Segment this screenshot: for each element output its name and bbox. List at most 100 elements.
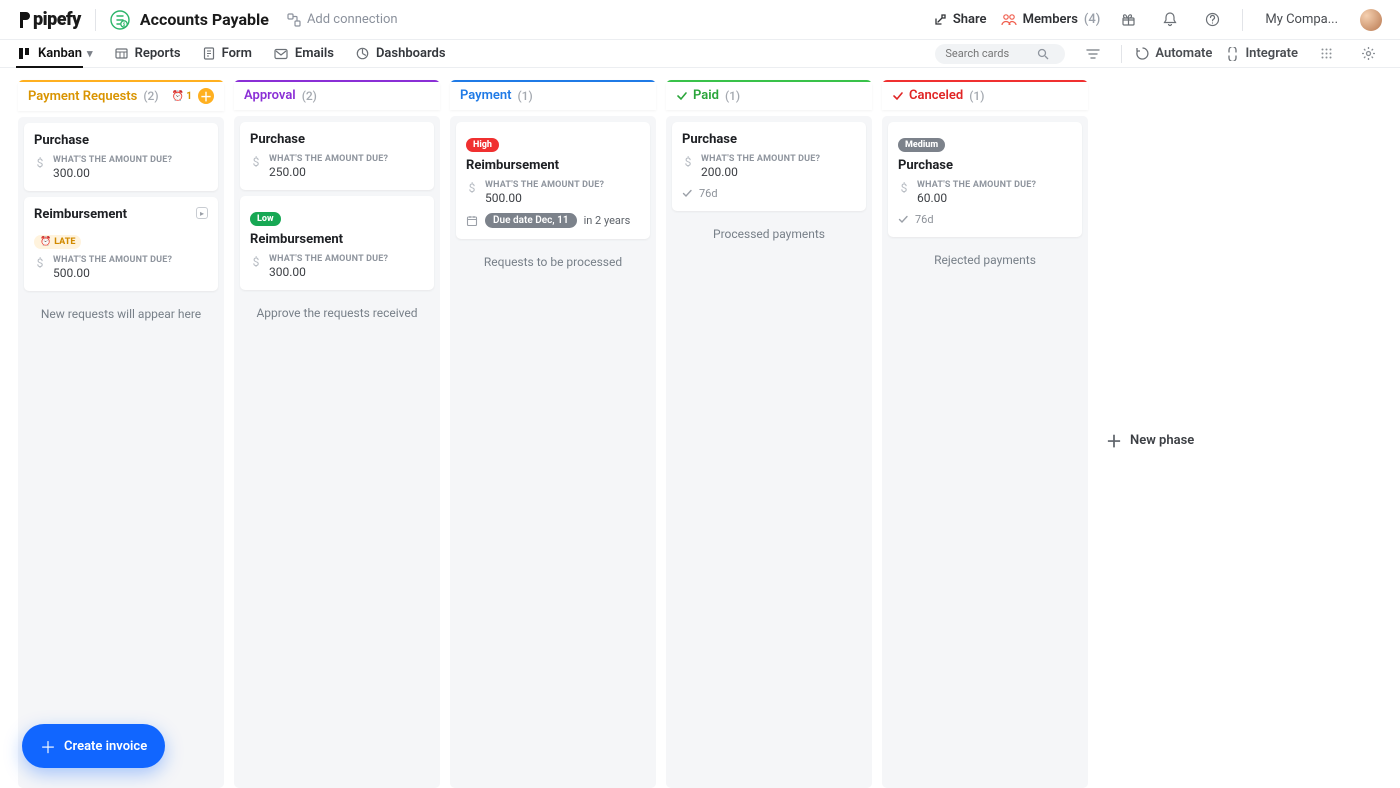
tab-reports[interactable]: Reports — [115, 40, 181, 67]
due-date-pill: Due date Dec, 11 — [485, 213, 577, 228]
field-value: 300.00 — [269, 265, 388, 279]
card[interactable]: Purchase $ WHAT'S THE AMOUNT DUE? 250.00 — [240, 122, 434, 190]
card[interactable]: Low Reimbursement $ WHAT'S THE AMOUNT DU… — [240, 196, 434, 290]
integrate-button[interactable]: Integrate — [1226, 46, 1298, 61]
fab-label: Create invoice — [64, 739, 147, 754]
column-count: (2) — [302, 89, 317, 103]
members-count: (4) — [1084, 12, 1100, 27]
time-in-phase: 76d — [898, 213, 1072, 226]
integrate-label: Integrate — [1245, 46, 1298, 61]
column-body: Purchase $ WHAT'S THE AMOUNT DUE? 200.00… — [666, 116, 872, 788]
field-value: 60.00 — [917, 191, 1036, 205]
tab-label: Emails — [295, 46, 334, 61]
help-icon[interactable] — [1198, 6, 1226, 34]
add-connection-button[interactable]: Add connection — [287, 12, 398, 27]
card-title: Reimbursement — [34, 207, 208, 222]
plus-icon: ＋ — [40, 734, 56, 758]
automate-button[interactable]: Automate — [1136, 46, 1212, 61]
column-header[interactable]: Paid (1) — [666, 80, 872, 110]
apps-icon[interactable] — [1312, 40, 1340, 68]
search-input[interactable] — [935, 44, 1065, 64]
column-body: Purchase $ WHAT'S THE AMOUNT DUE? 300.00… — [18, 117, 224, 788]
bell-icon[interactable] — [1156, 6, 1184, 34]
column-header[interactable]: Payment (1) — [450, 80, 656, 110]
column-body: Medium Purchase $ WHAT'S THE AMOUNT DUE?… — [882, 116, 1088, 788]
column-header[interactable]: Payment Requests (2) ⏰1 ＋ — [18, 80, 224, 111]
chevron-down-icon: ▾ — [87, 47, 93, 60]
tab-kanban[interactable]: Kanban ▾ — [18, 40, 93, 67]
currency-icon: $ — [34, 156, 46, 170]
check-icon — [892, 90, 904, 102]
automate-icon — [1136, 47, 1149, 61]
time-value: 76d — [699, 187, 718, 200]
logo-icon — [18, 12, 32, 28]
field-value: 300.00 — [53, 166, 172, 180]
column-footer: Requests to be processed — [456, 245, 650, 273]
svg-text:$: $ — [123, 21, 126, 28]
currency-icon: $ — [250, 255, 262, 269]
plus-icon: ＋ — [1106, 428, 1122, 452]
create-invoice-button[interactable]: ＋ Create invoice — [22, 724, 165, 768]
pipe-icon: $ — [110, 10, 130, 30]
dashboards-icon — [356, 47, 369, 60]
search-field[interactable] — [945, 47, 1037, 60]
column-header[interactable]: Canceled (1) — [882, 80, 1088, 110]
share-label: Share — [953, 12, 987, 27]
tab-form[interactable]: Form — [203, 40, 252, 67]
currency-icon: $ — [466, 181, 478, 195]
time-value: 76d — [915, 213, 934, 226]
new-phase-button[interactable]: ＋ New phase — [1098, 80, 1218, 788]
card-title: Reimbursement — [466, 158, 640, 173]
divider — [95, 9, 96, 31]
gift-icon[interactable] — [1114, 6, 1142, 34]
avatar[interactable] — [1360, 9, 1382, 31]
header-right: Share Members (4) My Compa... — [933, 6, 1382, 34]
column-approval: Approval (2) Purchase $ WHAT'S THE AMOUN… — [234, 80, 440, 788]
late-label: LATE — [54, 237, 75, 247]
pipe-title[interactable]: Accounts Payable — [140, 10, 269, 29]
currency-icon: $ — [898, 181, 910, 195]
field-value: 500.00 — [485, 191, 604, 205]
column-footer: New requests will appear here — [24, 297, 218, 325]
column-title: Paid — [693, 88, 719, 103]
field-label: WHAT'S THE AMOUNT DUE? — [269, 254, 388, 264]
column-footer: Rejected payments — [888, 243, 1082, 271]
logo[interactable]: pipefy — [18, 9, 81, 30]
connection-icon — [287, 13, 301, 27]
card-title: Reimbursement — [250, 232, 424, 247]
column-title: Payment — [460, 88, 512, 103]
field-label: WHAT'S THE AMOUNT DUE? — [485, 180, 604, 190]
column-count: (1) — [518, 89, 533, 103]
card[interactable]: Medium Purchase $ WHAT'S THE AMOUNT DUE?… — [888, 122, 1082, 237]
column-body: Purchase $ WHAT'S THE AMOUNT DUE? 250.00… — [234, 116, 440, 788]
check-icon — [676, 90, 688, 102]
time-in-phase: 76d — [682, 187, 856, 200]
column-payment: Payment (1) High Reimbursement $ WHAT'S … — [450, 80, 656, 788]
tab-emails[interactable]: Emails — [274, 40, 334, 67]
search-icon — [1037, 48, 1049, 60]
late-alarm-badge[interactable]: ⏰1 — [172, 91, 192, 102]
company-name[interactable]: My Compa... — [1265, 12, 1338, 27]
currency-icon: $ — [682, 155, 694, 169]
column-title: Payment Requests — [28, 89, 137, 104]
card[interactable]: Purchase $ WHAT'S THE AMOUNT DUE? 200.00… — [672, 122, 866, 211]
column-count: (1) — [969, 89, 984, 103]
currency-icon: $ — [34, 256, 46, 270]
gear-icon[interactable] — [1354, 40, 1382, 68]
filter-icon[interactable] — [1079, 40, 1107, 68]
card[interactable]: Purchase $ WHAT'S THE AMOUNT DUE? 300.00 — [24, 123, 218, 191]
share-button[interactable]: Share — [933, 12, 987, 27]
share-icon — [933, 13, 947, 27]
column-header[interactable]: Approval (2) — [234, 80, 440, 110]
form-icon — [203, 47, 215, 60]
card[interactable]: ▸ Reimbursement ⏰LATE $ WHAT'S THE AMOUN… — [24, 197, 218, 291]
column-payment-requests: Payment Requests (2) ⏰1 ＋ Purchase $ WHA… — [18, 80, 224, 788]
field-label: WHAT'S THE AMOUNT DUE? — [917, 180, 1036, 190]
members-button[interactable]: Members (4) — [1001, 12, 1101, 27]
add-card-button[interactable]: ＋ — [198, 88, 214, 104]
tab-dashboards[interactable]: Dashboards — [356, 40, 446, 67]
column-footer: Approve the requests received — [240, 296, 434, 324]
emails-icon — [274, 48, 288, 60]
card[interactable]: High Reimbursement $ WHAT'S THE AMOUNT D… — [456, 122, 650, 239]
column-title: Canceled — [909, 88, 963, 103]
